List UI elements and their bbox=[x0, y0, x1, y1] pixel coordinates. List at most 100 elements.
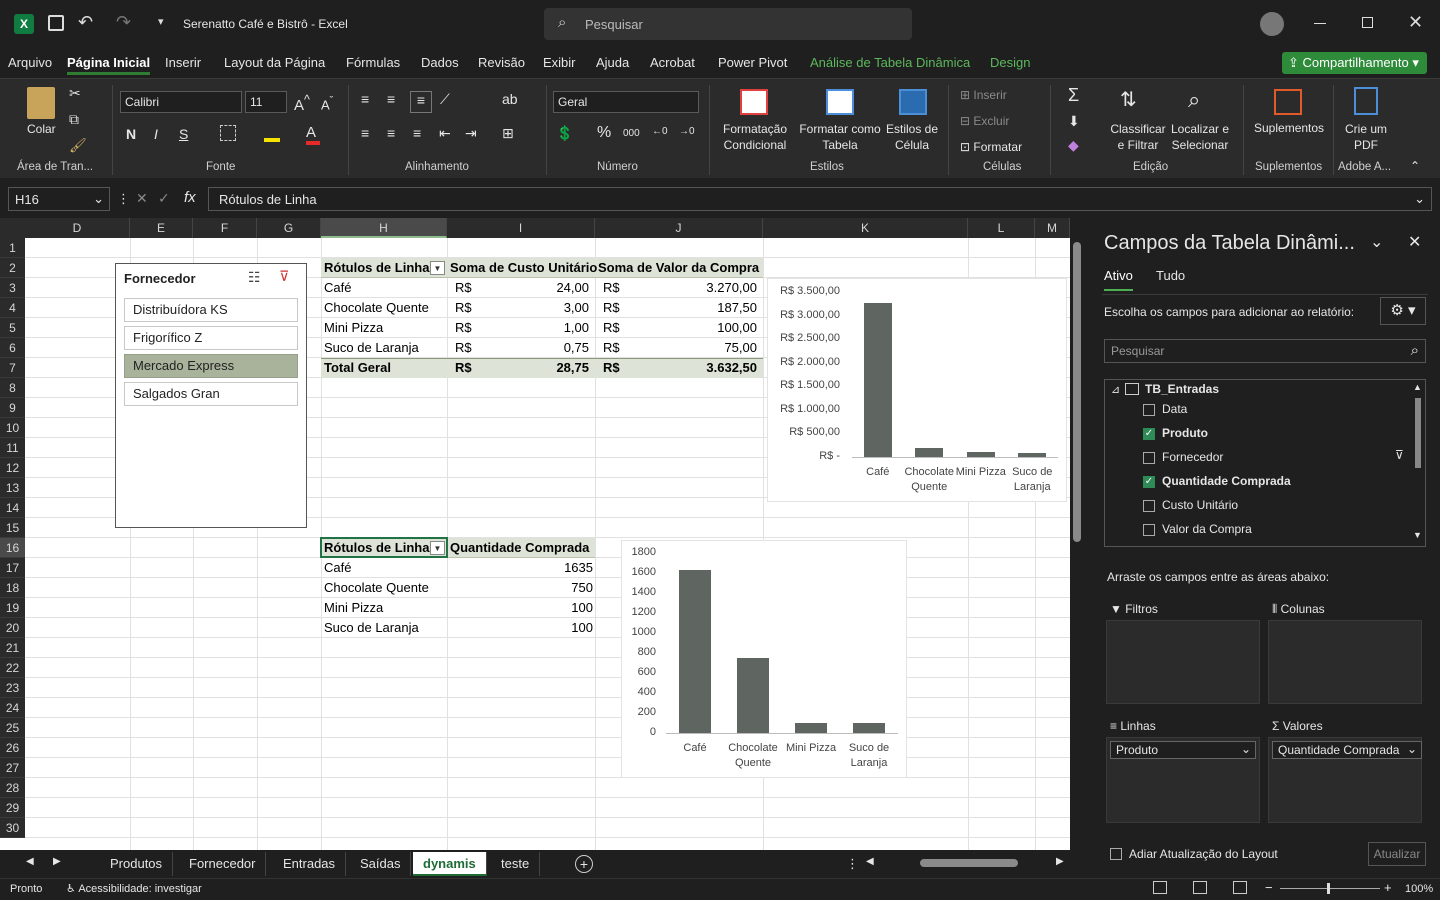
zoom-in-icon[interactable]: + bbox=[1384, 880, 1392, 895]
cut-icon[interactable]: ✂ bbox=[69, 85, 81, 102]
row-header-22[interactable]: 22 bbox=[0, 658, 25, 678]
slicer-item[interactable]: Distribuídora KS bbox=[124, 298, 298, 322]
conditional-format-button[interactable]: Formatação Condicional bbox=[717, 121, 793, 153]
row-header-9[interactable]: 9 bbox=[0, 398, 25, 418]
field-checkbox-3[interactable]: ✓ bbox=[1143, 476, 1155, 488]
decrease-indent-icon[interactable]: ⇤ bbox=[439, 125, 451, 142]
zoom-out-icon[interactable]: − bbox=[1265, 880, 1273, 895]
italic-button[interactable]: I bbox=[154, 126, 158, 142]
format-table-icon[interactable] bbox=[826, 89, 854, 115]
sheet-tab-dynamis[interactable]: dynamis bbox=[413, 852, 487, 876]
wrap-text-icon[interactable]: ab bbox=[502, 91, 518, 107]
sort-filter-icon[interactable]: ⇅ bbox=[1120, 87, 1137, 112]
menu-formulas[interactable]: Fórmulas bbox=[346, 55, 400, 70]
pivot2-row-label[interactable]: Suco de Laranja bbox=[324, 618, 419, 638]
cell-styles-icon[interactable] bbox=[899, 89, 927, 115]
row-header-25[interactable]: 25 bbox=[0, 718, 25, 738]
panel-close-icon[interactable]: ✕ bbox=[1408, 232, 1421, 252]
pivot2-row-label[interactable]: Mini Pizza bbox=[324, 598, 383, 618]
sheet-tab-saídas[interactable]: Saídas bbox=[350, 852, 412, 876]
cell-styles-button[interactable]: Estilos de Célula bbox=[884, 121, 940, 153]
format-painter-icon[interactable]: 🖌 bbox=[69, 137, 87, 154]
panel-settings-button[interactable]: ⚙ ▾ bbox=[1380, 297, 1426, 325]
column-header-I[interactable]: I bbox=[447, 218, 595, 238]
row-header-27[interactable]: 27 bbox=[0, 758, 25, 778]
chart-bar[interactable] bbox=[863, 302, 892, 457]
fill-color-icon[interactable] bbox=[264, 124, 280, 142]
values-area[interactable]: Quantidade Comprada ⌄ bbox=[1268, 737, 1422, 823]
align-top-icon[interactable]: ≡ bbox=[361, 91, 369, 107]
slicer-item[interactable]: Mercado Express bbox=[124, 354, 298, 378]
pivot2-row-label[interactable]: Chocolate Quente bbox=[324, 578, 429, 598]
zoom-slider[interactable] bbox=[1280, 883, 1380, 894]
row-header-15[interactable]: 15 bbox=[0, 518, 25, 538]
vertical-scrollbar[interactable] bbox=[1070, 218, 1084, 850]
autosum-icon[interactable]: Σ bbox=[1068, 85, 1079, 106]
format-cells-button[interactable]: ⊡ Formatar bbox=[960, 140, 1022, 154]
sheet-tab-teste[interactable]: teste bbox=[491, 852, 541, 876]
h-scroll-thumb[interactable] bbox=[920, 859, 1018, 867]
close-icon[interactable]: ✕ bbox=[1408, 12, 1423, 33]
column-header-L[interactable]: L bbox=[968, 218, 1035, 238]
border-icon[interactable] bbox=[220, 125, 236, 141]
redo-icon[interactable]: ↷ bbox=[116, 12, 131, 33]
field-checkbox-5[interactable] bbox=[1143, 524, 1155, 536]
row-header-8[interactable]: 8 bbox=[0, 378, 25, 398]
align-middle-icon[interactable]: ≡ bbox=[387, 91, 395, 107]
clear-icon[interactable]: ◆ bbox=[1068, 137, 1079, 154]
sheet-tab-fornecedor[interactable]: Fornecedor bbox=[179, 852, 267, 876]
save-icon[interactable] bbox=[48, 15, 64, 31]
decrease-font-icon[interactable]: Aˇ bbox=[321, 95, 333, 112]
field-checkbox-0[interactable] bbox=[1143, 404, 1155, 416]
function-icon[interactable]: fx bbox=[184, 189, 196, 206]
add-sheet-button[interactable]: + bbox=[575, 855, 593, 873]
column-header-H[interactable]: H bbox=[321, 218, 447, 238]
field-label[interactable]: Produto bbox=[1162, 426, 1208, 440]
copy-icon[interactable]: ⧉ bbox=[69, 111, 79, 128]
chart-bar[interactable] bbox=[966, 452, 995, 457]
bar-chart-1[interactable]: R$ 3.500,00 R$ 3.000,00 R$ 2.500,00 R$ 2.00… bbox=[767, 278, 1067, 502]
menu-arquivo[interactable]: Arquivo bbox=[8, 55, 52, 70]
avatar[interactable] bbox=[1260, 12, 1284, 36]
tab-tudo[interactable]: Tudo bbox=[1156, 268, 1185, 283]
bold-button[interactable]: N bbox=[126, 126, 136, 142]
row-header-5[interactable]: 5 bbox=[0, 318, 25, 338]
cancel-icon[interactable]: ✕ bbox=[136, 190, 148, 207]
field-label[interactable]: Custo Unitário bbox=[1162, 498, 1238, 512]
align-bottom-icon[interactable]: ≡ bbox=[410, 91, 432, 113]
menu-design[interactable]: Design bbox=[990, 55, 1030, 70]
fields-scroll-thumb[interactable] bbox=[1415, 398, 1421, 468]
row-header-19[interactable]: 19 bbox=[0, 598, 25, 618]
filters-area[interactable] bbox=[1106, 620, 1260, 704]
enter-icon[interactable]: ✓ bbox=[158, 190, 170, 207]
column-header-M[interactable]: M bbox=[1035, 218, 1070, 238]
row-header-1[interactable]: 1 bbox=[0, 238, 25, 258]
multi-select-icon[interactable]: ☷ bbox=[248, 269, 261, 286]
row-header-12[interactable]: 12 bbox=[0, 458, 25, 478]
menu-ajuda[interactable]: Ajuda bbox=[596, 55, 629, 70]
menu-layout[interactable]: Layout da Página bbox=[224, 55, 325, 70]
font-name-select[interactable]: Calibri bbox=[120, 91, 242, 113]
delete-cells-button[interactable]: ⊟ Excluir bbox=[960, 114, 1009, 128]
chart-bar[interactable] bbox=[1018, 453, 1047, 457]
row-header-6[interactable]: 6 bbox=[0, 338, 25, 358]
field-label[interactable]: Valor da Compra bbox=[1162, 522, 1252, 536]
number-format-select[interactable]: Geral bbox=[553, 91, 699, 113]
create-pdf-button[interactable]: Crie um PDF bbox=[1342, 121, 1390, 153]
accessibility-status[interactable]: ♿ Acessibilidade: investigar bbox=[66, 882, 202, 895]
clear-filter-icon[interactable]: ⊽ bbox=[279, 268, 289, 285]
pivot1-row-label[interactable]: Chocolate Quente bbox=[324, 298, 429, 318]
next-sheet-icon[interactable]: ▶ bbox=[53, 856, 61, 867]
row-header-18[interactable]: 18 bbox=[0, 578, 25, 598]
collapse-ribbon-icon[interactable]: ⌃ bbox=[1410, 159, 1420, 173]
increase-decimal-icon[interactable]: ←0 bbox=[652, 126, 668, 137]
menu-inserir[interactable]: Inserir bbox=[165, 55, 201, 70]
row-header-26[interactable]: 26 bbox=[0, 738, 25, 758]
column-header-K[interactable]: K bbox=[763, 218, 968, 238]
row-header-4[interactable]: 4 bbox=[0, 298, 25, 318]
sheet-tab-entradas[interactable]: Entradas bbox=[273, 852, 347, 876]
row-header-23[interactable]: 23 bbox=[0, 678, 25, 698]
field-checkbox-4[interactable] bbox=[1143, 500, 1155, 512]
chevron-down-icon[interactable]: ▼ bbox=[1413, 530, 1422, 540]
name-box[interactable]: H16 ⌄ bbox=[8, 187, 110, 211]
